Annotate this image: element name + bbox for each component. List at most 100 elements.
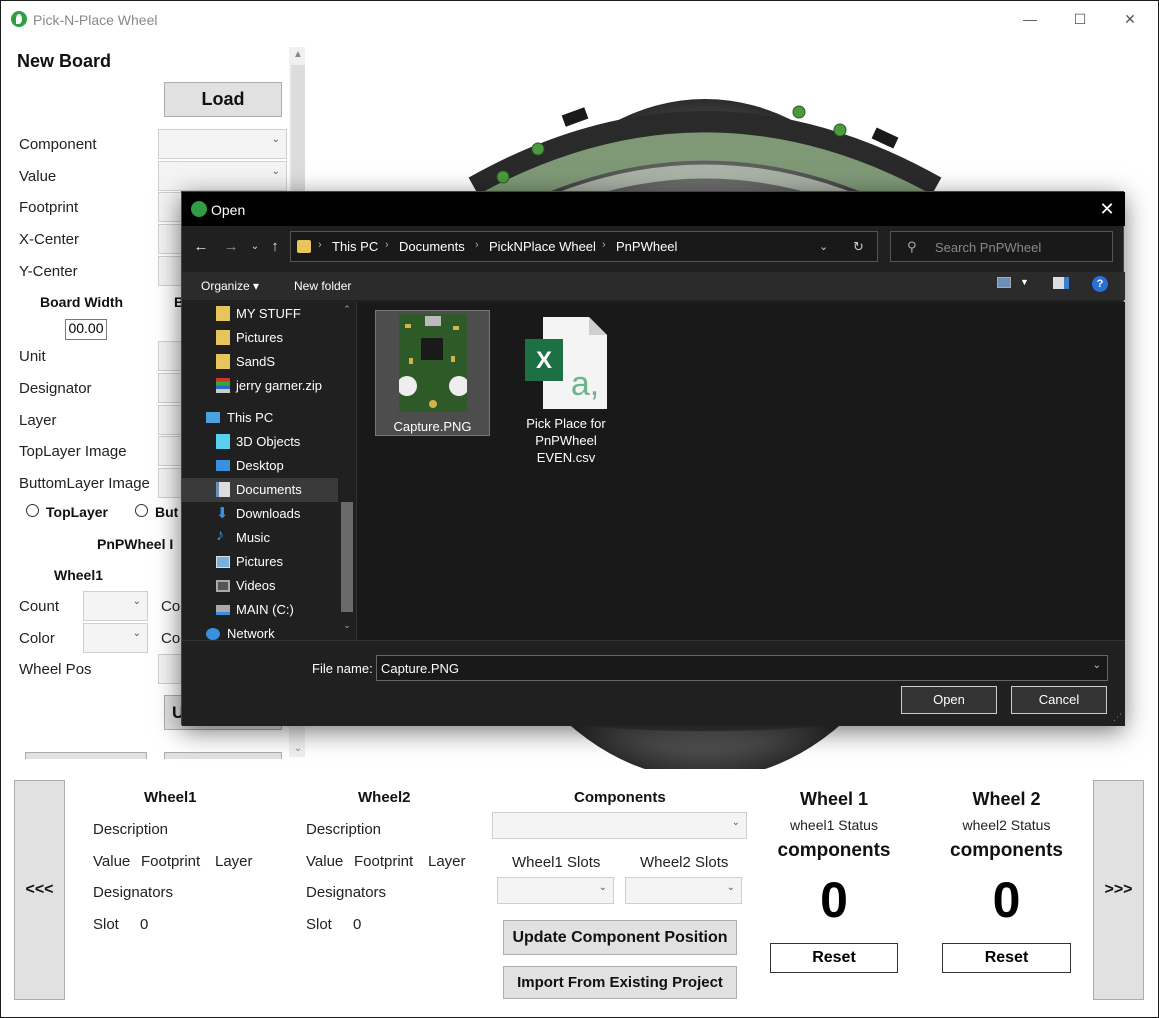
nav-item-my-stuff[interactable]: MY STUFF: [182, 302, 338, 326]
wheel2-component-count: 0: [992, 872, 1021, 928]
wheel2-layer: Layer: [428, 853, 466, 870]
new-folder-button[interactable]: New folder: [294, 279, 351, 293]
nav-label: Desktop: [236, 458, 284, 473]
breadcrumb-pnpwheel[interactable]: PnPWheel: [616, 239, 677, 254]
count-select[interactable]: ⌄: [83, 591, 148, 621]
chevron-down-icon[interactable]: ⌄: [819, 240, 828, 253]
file-name-line-2: PnPWheel: [535, 433, 597, 448]
chevron-right-icon: ›: [318, 239, 322, 251]
forward-arrow-icon[interactable]: →: [220, 236, 242, 258]
wheel2-status-text: wheel2 Status: [962, 817, 1051, 833]
nav-item-music[interactable]: ♪ Music: [182, 526, 338, 550]
maximize-icon[interactable]: ☐: [1070, 9, 1090, 29]
update-component-position-button[interactable]: Update Component Position: [503, 920, 737, 955]
wheel2-status-heading: Wheel 2: [972, 789, 1041, 809]
scroll-down-icon[interactable]: ⌄: [338, 620, 356, 636]
back-arrow-icon[interactable]: ←: [190, 236, 212, 258]
wheel1-reset-button[interactable]: Reset: [770, 943, 898, 973]
filename-input[interactable]: Capture.PNG ⌄: [376, 655, 1108, 681]
resize-grip-icon[interactable]: ⋰: [1113, 712, 1122, 723]
unit-label: Unit: [19, 348, 46, 365]
breadcrumb-this-pc[interactable]: This PC: [332, 239, 378, 254]
components-select[interactable]: ⌄: [492, 812, 747, 839]
close-icon[interactable]: ✕: [1096, 198, 1118, 220]
nav-item-3d-objects[interactable]: 3D Objects: [182, 430, 338, 454]
chevron-down-icon[interactable]: ⌄: [1093, 660, 1101, 671]
scroll-up-icon[interactable]: ⌃: [338, 304, 356, 320]
app-leaf-icon: [191, 201, 207, 217]
lower-button-2[interactable]: [164, 752, 282, 759]
component-select[interactable]: ⌄: [158, 129, 287, 159]
nav-label: MAIN (C:): [236, 602, 294, 617]
zip-icon: [216, 378, 230, 393]
cancel-button[interactable]: Cancel: [1011, 686, 1107, 714]
wheel1-slots-select[interactable]: ⌄: [497, 877, 614, 904]
board-width-label: Board Width: [40, 294, 124, 310]
wheel1-info-heading: Wheel1: [144, 789, 197, 806]
nav-item-pictures-lib[interactable]: Pictures: [182, 550, 338, 574]
open-file-dialog: Open ✕ ← → ⌄ ↑ › This PC › Documents › P…: [181, 191, 1125, 726]
lower-button-1[interactable]: [25, 752, 147, 759]
open-button[interactable]: Open: [901, 686, 997, 714]
component-label: Component: [19, 136, 97, 153]
next-button[interactable]: >>>: [1093, 780, 1144, 1000]
nav-item-zip[interactable]: jerry garner.zip: [182, 374, 338, 398]
organize-menu[interactable]: Organize ▾: [201, 279, 259, 293]
nav-item-documents[interactable]: Documents: [182, 478, 338, 502]
recent-chevron-icon[interactable]: ⌄: [244, 236, 266, 258]
minimize-icon[interactable]: —: [1020, 9, 1040, 29]
refresh-icon[interactable]: ↻: [853, 239, 864, 255]
computer-icon: [206, 412, 220, 423]
wheel2-slots-label: Wheel2 Slots: [640, 854, 729, 871]
wheel2-slot-label: Slot: [306, 916, 332, 933]
chevron-down-icon: ⌄: [271, 134, 280, 145]
close-icon[interactable]: ✕: [1120, 9, 1140, 29]
wheel1-slot-value: 0: [140, 916, 149, 933]
scroll-thumb[interactable]: [341, 502, 353, 612]
up-arrow-icon[interactable]: ↑: [264, 236, 286, 258]
scroll-down-icon[interactable]: ⌄: [289, 741, 305, 757]
nav-item-videos[interactable]: Videos: [182, 574, 338, 598]
nav-pane-scrollbar[interactable]: ⌃ ⌄: [338, 302, 356, 640]
breadcrumb-picknplace-wheel[interactable]: PickNPlace Wheel: [489, 239, 596, 254]
color-select[interactable]: ⌄: [83, 623, 148, 653]
breadcrumb-documents[interactable]: Documents: [399, 239, 465, 254]
nav-item-this-pc[interactable]: This PC: [182, 406, 338, 430]
wheel2-reset-button[interactable]: Reset: [942, 943, 1071, 973]
bottomlayer-radio[interactable]: [135, 504, 148, 517]
drive-icon: [216, 605, 230, 615]
file-capture-png[interactable]: Capture.PNG: [375, 310, 490, 436]
wheel2-footprint: Footprint: [354, 853, 414, 870]
prev-button[interactable]: <<<: [14, 780, 65, 1000]
documents-icon: [216, 482, 230, 497]
chevron-down-icon[interactable]: ▼: [1020, 277, 1029, 287]
nav-item-desktop[interactable]: Desktop: [182, 454, 338, 478]
wheel2-slots-select[interactable]: ⌄: [625, 877, 742, 904]
value-select[interactable]: ⌄: [158, 161, 287, 191]
help-icon[interactable]: ?: [1092, 276, 1108, 292]
search-box[interactable]: ⚲ Search PnPWheel: [890, 231, 1113, 262]
toplayer-radio[interactable]: [26, 504, 39, 517]
nav-item-main-drive[interactable]: MAIN (C:): [182, 598, 338, 622]
file-pick-place-csv[interactable]: X a, Pick Place for PnPWheel EVEN.csv: [512, 310, 620, 470]
pnpwheel-heading: PnPWheel I: [97, 536, 174, 552]
search-input[interactable]: Search PnPWheel: [935, 240, 1041, 255]
designator-label: Designator: [19, 380, 92, 397]
board-width-input[interactable]: 00.00: [65, 319, 107, 340]
layer-label: Layer: [19, 412, 57, 429]
nav-label: Downloads: [236, 506, 301, 521]
nav-item-pictures[interactable]: Pictures: [182, 326, 338, 350]
svg-text:X: X: [536, 347, 552, 374]
address-bar[interactable]: › This PC › Documents › PickNPlace Wheel…: [290, 231, 878, 262]
wheel1-description: Description: [93, 821, 169, 838]
nav-item-sands[interactable]: SandS: [182, 350, 338, 374]
view-options-icon[interactable]: [997, 277, 1011, 288]
nav-item-downloads[interactable]: ⬇ Downloads: [182, 502, 338, 526]
wheel-status-panel: <<< >>> Wheel1 Description Value Footpri…: [1, 769, 1158, 1017]
scroll-up-icon[interactable]: ▲: [289, 47, 305, 63]
preview-pane-icon[interactable]: [1053, 277, 1069, 289]
load-button[interactable]: Load: [164, 82, 282, 117]
nav-label: Pictures: [236, 554, 283, 569]
nav-item-network[interactable]: Network: [182, 622, 338, 640]
import-existing-project-button[interactable]: Import From Existing Project: [503, 966, 737, 999]
